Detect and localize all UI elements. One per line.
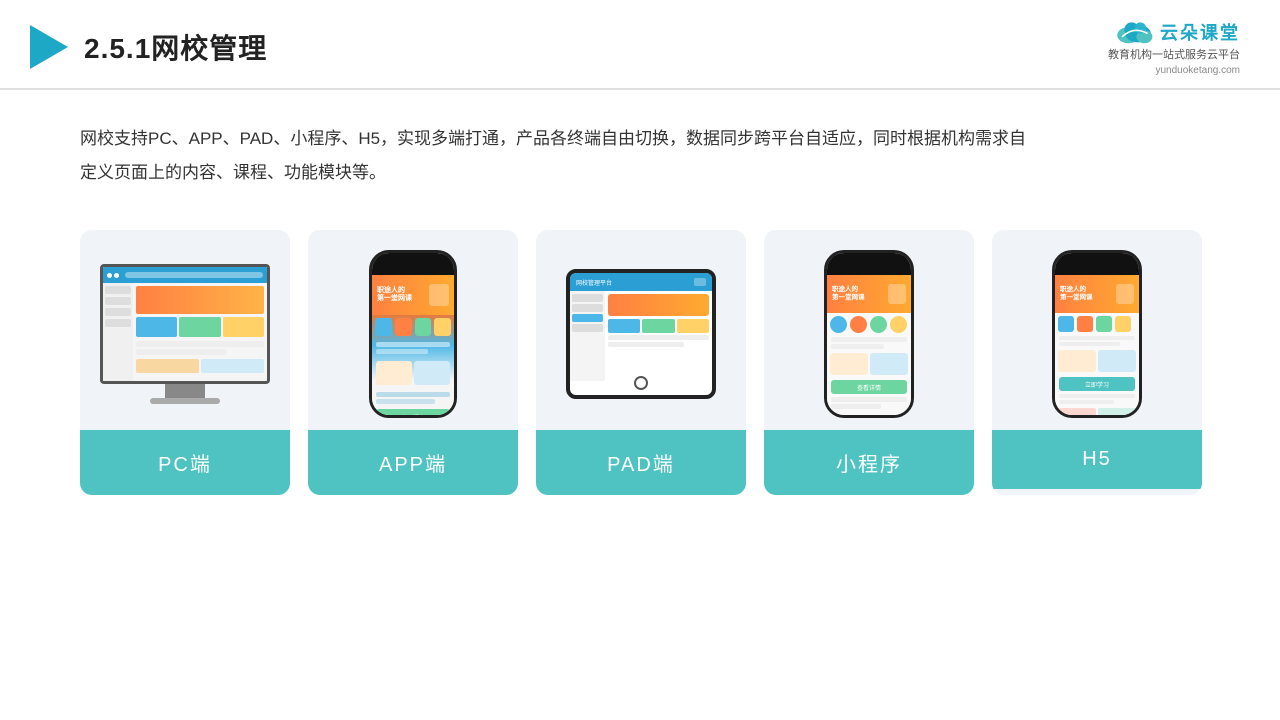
cards-container: PC端 职途人的第一堂网课 [0,190,1280,495]
description-text: 网校支持PC、APP、PAD、小程序、H5，实现多端打通，产品各终端自由切换，数… [0,90,1100,190]
logo-area: 云朵课堂 教育机构一站式服务云平台 yunduoketang.com [1108,18,1240,76]
play-icon [30,25,68,69]
page-title: 2.5.1网校管理 [84,27,267,67]
card-h5-label: H5 [992,430,1202,489]
card-pc-image [80,230,290,430]
cloud-logo-icon [1114,18,1154,46]
h5-phone: 职途人的第一堂网课 [1052,250,1142,418]
logo-url: yunduoketang.com [1155,65,1240,76]
monitor-wrapper [100,264,270,404]
app-phone: 职途人的第一堂网课 [369,250,457,418]
logo-cloud: 云朵课堂 [1114,18,1240,46]
header-left: 2.5.1网校管理 [30,25,267,69]
card-pad: 网校管理平台 [536,230,746,495]
card-h5: 职途人的第一堂网课 [992,230,1202,495]
card-pad-label: PAD端 [536,430,746,495]
card-app: 职途人的第一堂网课 [308,230,518,495]
card-miniprogram-label: 小程序 [764,430,974,495]
card-pc: PC端 [80,230,290,495]
card-app-image: 职途人的第一堂网课 [308,230,518,430]
logo-subtitle: 教育机构一站式服务云平台 [1108,48,1240,63]
miniprogram-phone: 职途人的第一堂网课 [824,250,914,418]
page-header: 2.5.1网校管理 云朵课堂 教育机构一站式服务云平台 yunduoketang… [0,0,1280,90]
card-h5-image: 职途人的第一堂网课 [992,230,1202,430]
card-pc-label: PC端 [80,430,290,495]
pad-tablet: 网校管理平台 [566,269,716,399]
monitor-screen [100,264,270,384]
card-miniprogram-image: 职途人的第一堂网课 [764,230,974,430]
card-miniprogram: 职途人的第一堂网课 [764,230,974,495]
logo-text: 云朵课堂 [1160,19,1240,45]
card-pad-image: 网校管理平台 [536,230,746,430]
card-app-label: APP端 [308,430,518,495]
